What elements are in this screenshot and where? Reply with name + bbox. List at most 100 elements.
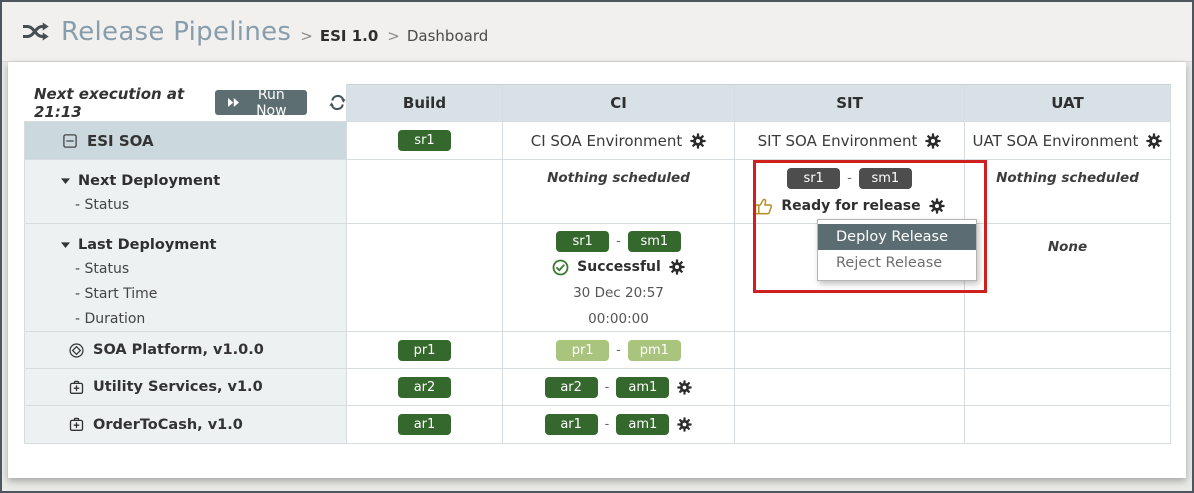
component-row-ordertocash: OrderToCash, v1.0 bbox=[24, 406, 347, 444]
menu-item-reject-release[interactable]: Reject Release bbox=[818, 250, 976, 276]
gear-icon[interactable] bbox=[669, 259, 685, 275]
thumbs-up-icon bbox=[754, 197, 773, 215]
release-badge[interactable]: sr1 bbox=[398, 130, 451, 151]
cell-ci-soa-platform: pr1 - pm1 bbox=[503, 332, 735, 369]
gear-icon[interactable] bbox=[925, 133, 941, 149]
none-note: None bbox=[1048, 239, 1087, 255]
release-badge[interactable]: sr1 bbox=[787, 168, 840, 189]
gear-icon[interactable] bbox=[677, 380, 692, 395]
pipeline-name: ESI SOA bbox=[87, 132, 154, 150]
breadcrumb-separator: > bbox=[300, 27, 313, 45]
collapse-icon[interactable] bbox=[63, 134, 77, 148]
cell-uat-last-deployment: None bbox=[965, 224, 1171, 332]
next-deployment-label-cell: Next Deployment - Status bbox=[24, 160, 347, 224]
application-icon bbox=[69, 380, 84, 395]
refresh-icon bbox=[329, 94, 346, 111]
cell-sit-environment: SIT SOA Environment bbox=[735, 122, 965, 160]
deployment-badges: ar2 - am1 bbox=[545, 375, 670, 399]
deployment-badges: sr1 - sm1 bbox=[556, 230, 681, 252]
empty-cell bbox=[347, 224, 503, 332]
empty-cell bbox=[965, 332, 1171, 369]
empty-cell bbox=[735, 369, 965, 406]
column-header-uat: UAT bbox=[965, 84, 1171, 122]
component-row-soa-platform: SOA Platform, v1.0.0 bbox=[24, 332, 347, 369]
release-pipelines-icon bbox=[22, 21, 49, 42]
cell-ci-last-deployment: sr1 - sm1 Successful 30 Dec 20:57 00:00:… bbox=[503, 224, 735, 332]
gear-icon[interactable] bbox=[690, 133, 706, 149]
manifest-badge[interactable]: am1 bbox=[616, 414, 669, 435]
start-time-value: 30 Dec 20:57 bbox=[573, 282, 664, 305]
release-pipelines-page: Release Pipelines > ESI 1.0 > Dashboard … bbox=[0, 0, 1194, 493]
fast-forward-icon bbox=[227, 97, 240, 108]
manifest-badge[interactable]: sm1 bbox=[628, 231, 681, 252]
gear-icon[interactable] bbox=[677, 417, 692, 432]
platform-icon bbox=[69, 343, 84, 358]
check-circle-icon bbox=[552, 259, 569, 276]
manifest-badge[interactable]: am1 bbox=[616, 377, 669, 398]
next-deployment-toggle[interactable]: Next Deployment bbox=[61, 169, 346, 193]
breadcrumb-separator: > bbox=[387, 27, 400, 45]
nothing-scheduled-note: Nothing scheduled bbox=[996, 170, 1139, 186]
duration-value: 00:00:00 bbox=[588, 308, 649, 331]
release-badge[interactable]: ar1 bbox=[398, 414, 451, 435]
run-now-button[interactable]: Run Now bbox=[215, 90, 307, 115]
last-deployment-start-time-label: - Start Time bbox=[75, 282, 346, 307]
toolbar-cell: Next execution at 21:13 Run Now bbox=[24, 84, 347, 122]
column-header-build: Build bbox=[347, 84, 503, 122]
refresh-button[interactable] bbox=[329, 94, 346, 111]
application-icon bbox=[69, 417, 84, 432]
last-deployment-status-label: - Status bbox=[75, 257, 346, 282]
app-header: Release Pipelines > ESI 1.0 > Dashboard bbox=[2, 2, 1192, 62]
release-badge[interactable]: ar2 bbox=[545, 377, 598, 398]
release-badge[interactable]: pr1 bbox=[398, 340, 451, 361]
badge-separator: - bbox=[847, 171, 852, 186]
deployment-badges: ar1 - am1 bbox=[545, 413, 670, 437]
status-text: Successful bbox=[577, 259, 661, 275]
badge-separator: - bbox=[616, 343, 621, 358]
environment-name: SIT SOA Environment bbox=[758, 132, 918, 150]
cell-uat-environment: UAT SOA Environment bbox=[965, 122, 1171, 160]
next-deployment-label: Next Deployment bbox=[78, 173, 220, 189]
deployment-badges: pr1 - pm1 bbox=[556, 338, 681, 362]
deployment-badges: sr1 - sm1 bbox=[787, 166, 912, 190]
environment-name: UAT SOA Environment bbox=[973, 132, 1139, 150]
cell-ci-environment: CI SOA Environment bbox=[503, 122, 735, 160]
caret-down-icon bbox=[61, 242, 70, 248]
caret-down-icon bbox=[61, 178, 70, 184]
release-badge[interactable]: sr1 bbox=[556, 231, 609, 252]
last-deployment-label: Last Deployment bbox=[78, 237, 216, 253]
component-name: OrderToCash, v1.0 bbox=[93, 417, 243, 433]
ready-for-release-status: Ready for release bbox=[754, 193, 944, 219]
run-now-label: Run Now bbox=[248, 87, 295, 119]
release-badge[interactable]: ar1 bbox=[545, 414, 598, 435]
breadcrumb-page: Dashboard bbox=[407, 27, 488, 45]
gear-icon[interactable] bbox=[1146, 133, 1162, 149]
last-deployment-duration-label: - Duration bbox=[75, 307, 346, 332]
page-title: Release Pipelines bbox=[61, 17, 291, 47]
successful-status: Successful bbox=[552, 255, 685, 279]
environment-name: CI SOA Environment bbox=[531, 132, 683, 150]
last-deployment-toggle[interactable]: Last Deployment bbox=[61, 233, 346, 257]
release-badge[interactable]: ar2 bbox=[398, 377, 451, 398]
gear-icon[interactable] bbox=[929, 198, 945, 214]
empty-cell bbox=[735, 406, 965, 444]
pipeline-table: Next execution at 21:13 Run Now Build CI… bbox=[24, 84, 1172, 446]
manifest-badge[interactable]: pm1 bbox=[628, 340, 681, 361]
breadcrumb-pipeline[interactable]: ESI 1.0 bbox=[320, 27, 378, 45]
last-deployment-label-cell: Last Deployment - Status - Start Time - … bbox=[24, 224, 347, 332]
empty-cell bbox=[735, 332, 965, 369]
component-name: SOA Platform, v1.0.0 bbox=[93, 342, 264, 358]
release-badge[interactable]: pr1 bbox=[556, 340, 609, 361]
cell-ci-utility-services: ar2 - am1 bbox=[503, 369, 735, 406]
pipeline-row-toggle[interactable]: ESI SOA bbox=[24, 122, 347, 160]
environment-context-menu: Deploy Release Reject Release bbox=[817, 219, 977, 281]
cell-uat-next-deployment: Nothing scheduled bbox=[965, 160, 1171, 224]
menu-item-deploy-release[interactable]: Deploy Release bbox=[818, 224, 976, 250]
manifest-badge[interactable]: sm1 bbox=[859, 168, 912, 189]
nothing-scheduled-note: Nothing scheduled bbox=[547, 170, 690, 186]
next-execution-label: Next execution at 21:13 bbox=[34, 85, 202, 121]
empty-cell bbox=[965, 406, 1171, 444]
badge-separator: - bbox=[616, 234, 621, 249]
badge-separator: - bbox=[605, 417, 610, 432]
cell-build-soa-platform: pr1 bbox=[347, 332, 503, 369]
